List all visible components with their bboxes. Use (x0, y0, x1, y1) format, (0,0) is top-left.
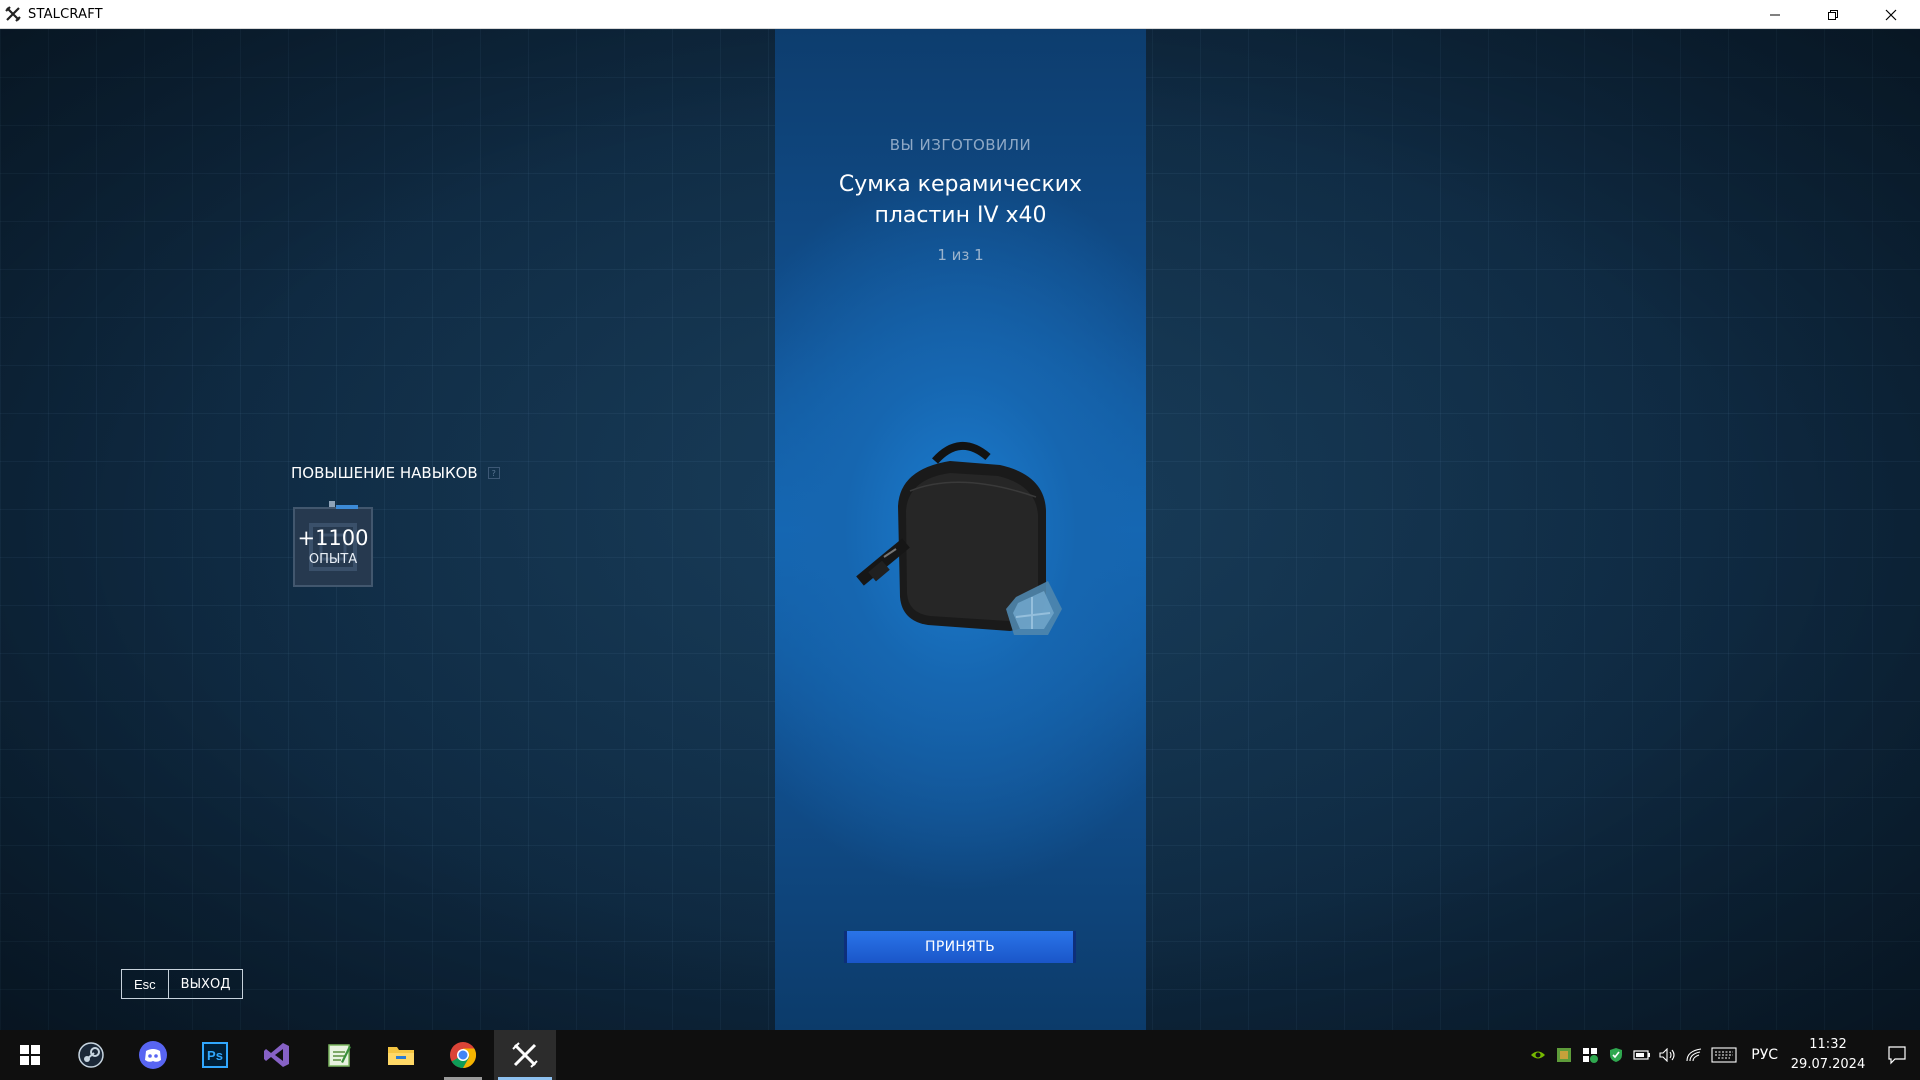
system-tray: РУС 11:32 29.07.2024 (1525, 1030, 1920, 1080)
xp-reward-label: ОПЫТА (308, 552, 358, 567)
chrome-icon (450, 1042, 477, 1069)
window-titlebar: STALCRAFT (0, 0, 1920, 29)
notification-icon (1888, 1046, 1906, 1065)
windows-taskbar: Ps РУС 11:32 29.07.2024 (0, 1030, 1920, 1080)
minimize-button[interactable] (1746, 0, 1804, 29)
close-icon (1885, 9, 1897, 20)
notification-center-button[interactable] (1874, 1030, 1920, 1080)
tray-nvidia[interactable] (1525, 1030, 1551, 1080)
stalcraft-icon (512, 1042, 538, 1068)
clock-date: 29.07.2024 (1790, 1057, 1866, 1072)
tray-volume[interactable] (1655, 1030, 1681, 1080)
crafted-item-name: Сумка керамических пластин IV x40 (775, 169, 1146, 231)
crafted-item-name-line1: Сумка керамических (838, 172, 1083, 197)
stalcraft-logo-icon (4, 5, 22, 23)
keyboard-icon (1711, 1047, 1737, 1063)
restore-icon (1828, 9, 1838, 20)
game-viewport: ВЫ ИЗГОТОВИЛИ Сумка керамических пластин… (0, 29, 1920, 1030)
esc-key-hint: Esc (122, 970, 169, 998)
tray-defender[interactable] (1603, 1030, 1629, 1080)
taskbar-chrome[interactable] (432, 1030, 494, 1080)
shield-icon (1610, 1048, 1623, 1062)
help-icon[interactable]: ? (487, 467, 500, 479)
ceramic-plates-bag-icon (840, 431, 1080, 661)
accept-button[interactable]: ПРИНЯТЬ (844, 931, 1076, 963)
card-progress-indicator (336, 505, 358, 509)
window-controls (1746, 0, 1920, 29)
taskbar-photoshop[interactable]: Ps (184, 1030, 246, 1080)
clock-time: 11:32 (1809, 1037, 1847, 1052)
taskbar-visual-studio[interactable] (246, 1030, 308, 1080)
taskbar-file-explorer[interactable] (370, 1030, 432, 1080)
exit-button[interactable]: Esc ВЫХОД (121, 969, 244, 999)
tray-security[interactable] (1577, 1030, 1603, 1080)
exit-label: ВЫХОД (180, 976, 231, 992)
minimize-icon (1770, 14, 1780, 15)
taskbar-stalcraft[interactable] (494, 1030, 556, 1080)
system-clock[interactable]: 11:32 29.07.2024 (1788, 1035, 1874, 1075)
photoshop-icon: Ps (202, 1042, 228, 1068)
file-explorer-icon (388, 1047, 414, 1065)
start-button[interactable] (0, 1030, 60, 1080)
nvidia-icon (1531, 1051, 1546, 1059)
close-button[interactable] (1862, 0, 1920, 29)
windows-logo-icon (20, 1045, 40, 1065)
windows-security-icon (1583, 1048, 1599, 1063)
taskbar-discord[interactable] (122, 1030, 184, 1080)
skills-title-text: ПОВЫШЕНИЕ НАВЫКОВ (291, 464, 478, 482)
tray-app-color[interactable] (1551, 1030, 1577, 1080)
color-app-icon (1557, 1048, 1572, 1062)
steam-icon (78, 1042, 104, 1068)
tray-touch-keyboard[interactable] (1707, 1030, 1741, 1080)
xp-reward-value: +1100 (297, 526, 369, 550)
crafted-item-count: 1 из 1 (937, 246, 984, 264)
wifi-icon (1686, 1048, 1702, 1062)
discord-icon (139, 1041, 167, 1069)
skills-section-title: ПОВЫШЕНИЕ НАВЫКОВ ? (291, 464, 500, 482)
tray-battery[interactable] (1629, 1030, 1655, 1080)
tray-network[interactable] (1681, 1030, 1707, 1080)
crafted-item-name-line2: пластин IV x40 (874, 203, 1047, 228)
taskbar-steam[interactable] (60, 1030, 122, 1080)
notepad-icon (328, 1044, 351, 1067)
xp-reward-card[interactable]: +1100 ОПЫТА (293, 501, 373, 587)
craft-result-header: ВЫ ИЗГОТОВИЛИ (889, 136, 1032, 154)
card-pin-icon (329, 501, 335, 507)
restore-button[interactable] (1804, 0, 1862, 29)
visual-studio-icon (264, 1043, 289, 1067)
taskbar-notepad[interactable] (308, 1030, 370, 1080)
volume-icon (1659, 1048, 1675, 1062)
battery-icon (1633, 1050, 1651, 1060)
window-title: STALCRAFT (28, 6, 103, 22)
input-language[interactable]: РУС (1741, 1047, 1788, 1063)
